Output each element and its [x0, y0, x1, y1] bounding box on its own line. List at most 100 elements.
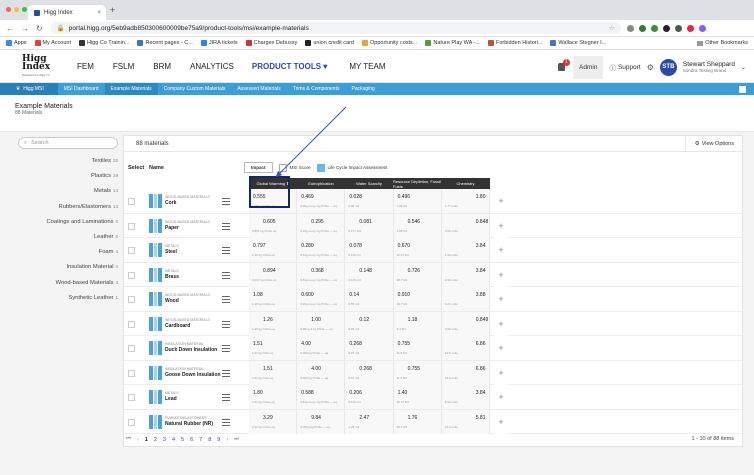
material-name[interactable]: Paper	[165, 225, 179, 231]
support-link[interactable]: ⓘ Support	[609, 62, 640, 73]
page-link[interactable]: 5	[181, 437, 184, 443]
row-checkbox[interactable]	[128, 296, 135, 303]
lca-checkbox[interactable]	[316, 163, 325, 172]
nav-product-tools[interactable]: PRODUCT TOOLS ▾	[252, 62, 327, 71]
nav-brm[interactable]: BRM	[153, 62, 171, 71]
extension-icon[interactable]	[674, 24, 682, 32]
next-page-button[interactable]: ›	[226, 437, 228, 443]
notifications-button[interactable]: 1	[557, 59, 571, 72]
minimize-window-icon[interactable]	[14, 7, 19, 12]
search-input[interactable]: ⌕ Search	[18, 137, 118, 149]
category-item[interactable]: Textiles 22	[14, 158, 118, 173]
col-eutrophication[interactable]: Eutrophication	[297, 178, 345, 189]
nav-my-team[interactable]: MY TEAM	[349, 62, 385, 71]
row-checkbox[interactable]	[128, 247, 135, 254]
chevron-down-icon[interactable]: ⌄	[741, 64, 746, 71]
category-item[interactable]: Insulation Material 4	[14, 264, 118, 279]
table-row[interactable]: Insulation Material Goose Down Insulation…	[124, 360, 744, 385]
tab-close-icon[interactable]: ×	[97, 10, 101, 16]
back-icon[interactable]: ←	[6, 24, 14, 33]
table-row[interactable]: Metals Brass 0.894 4.047 kg CO2e eq 0.368 0.5…	[124, 262, 744, 287]
lca-toggle[interactable]: Life Cycle Impact Assessment	[316, 163, 388, 172]
material-name[interactable]: Natural Rubber (NR)	[165, 421, 213, 427]
export-icon[interactable]	[739, 85, 746, 93]
sliders-icon[interactable]	[222, 271, 230, 279]
url-field[interactable]: 🔒 portal.higg.org/5eb9adb850300600009be7…	[50, 22, 621, 34]
higg-msi-home[interactable]: ❦ Higg MSI	[0, 83, 58, 95]
add-to-compare-button[interactable]: +	[494, 360, 508, 385]
nav-fslm[interactable]: FSLM	[113, 62, 134, 71]
add-to-compare-button[interactable]: +	[494, 336, 508, 360]
extension-icon[interactable]	[638, 24, 646, 32]
col-water-scarcity[interactable]: Water Scarcity	[345, 178, 393, 189]
admin-button[interactable]: Admin	[573, 55, 604, 79]
column-name[interactable]: Name	[149, 165, 164, 171]
category-item[interactable]: Plastics 19	[14, 173, 118, 188]
reload-icon[interactable]: ↻	[36, 24, 43, 33]
add-to-compare-button[interactable]: +	[494, 213, 508, 238]
extension-icon[interactable]	[662, 24, 670, 32]
category-item[interactable]: Leather 5	[14, 234, 118, 249]
page-link[interactable]: 2	[154, 437, 157, 443]
impact-toggle[interactable]: Impact	[244, 162, 273, 173]
material-name[interactable]: Duck Down Insulation	[165, 347, 217, 353]
sliders-icon[interactable]	[222, 197, 230, 205]
table-row[interactable]: Wood-based materials Cardboard 1.26 1.39 kg…	[124, 311, 744, 336]
page-link[interactable]: 1	[145, 437, 148, 443]
page-link[interactable]: 9	[217, 437, 220, 443]
bookmark-item[interactable]: Higg Co Trainin...	[78, 40, 129, 46]
first-page-button[interactable]: ⏮	[126, 436, 131, 443]
table-row[interactable]: Insulation Material Duck Down Insulation 1…	[124, 336, 744, 361]
table-row[interactable]: Wood-based materials Wood 1.08 1.18 kg CO2e…	[124, 287, 744, 312]
bookmark-item[interactable]: Nature Play WA -...	[425, 40, 480, 46]
row-checkbox[interactable]	[128, 222, 135, 230]
sliders-icon[interactable]	[222, 418, 230, 426]
material-name[interactable]: Steel	[165, 249, 177, 255]
row-checkbox[interactable]	[128, 198, 135, 205]
nav-analytics[interactable]: ANALYTICS	[190, 62, 234, 71]
maximize-window-icon[interactable]	[22, 7, 27, 12]
page-link[interactable]: 8	[208, 437, 211, 443]
add-to-compare-button[interactable]: +	[494, 409, 508, 434]
table-row[interactable]: Rubbers/Elastomers Natural Rubber (NR) 3.2…	[124, 409, 744, 434]
category-item[interactable]: Foam 4	[14, 249, 118, 264]
row-checkbox[interactable]	[128, 418, 135, 426]
add-to-compare-button[interactable]: +	[494, 287, 508, 311]
higg-index-logo[interactable]: Higg Index Powered by Higg Co	[22, 55, 52, 78]
add-to-compare-button[interactable]: +	[494, 262, 508, 287]
col-chemistry[interactable]: Chemistry	[441, 178, 490, 189]
category-item[interactable]: Coatings and Laminations 6	[14, 219, 118, 234]
window-controls[interactable]	[6, 7, 27, 12]
table-row[interactable]: Metals Steel 0.797 2.49 kg CO2e eq 0.280 0.51…	[124, 238, 744, 263]
bookmark-item[interactable]: JIRA tickets	[200, 40, 238, 46]
add-to-compare-button[interactable]: +	[494, 189, 508, 213]
add-to-compare-button[interactable]: +	[494, 311, 508, 336]
row-checkbox[interactable]	[128, 345, 135, 352]
table-row[interactable]: Metals Lead 1.80 1.61 kg CO2e eq 0.588 0.51g …	[124, 385, 744, 410]
table-row[interactable]: Wood-based materials Cork 0.555 1.18 kg CO2…	[124, 189, 744, 214]
table-row[interactable]: Wood-based materials Paper 0.605 0.851 kg C…	[124, 213, 744, 238]
browser-tab[interactable]: Higg Index ×	[28, 5, 106, 20]
profile-icon[interactable]	[698, 24, 706, 32]
extension-icon[interactable]	[650, 24, 658, 32]
extension-icon[interactable]	[686, 24, 694, 32]
tab-packaging[interactable]: Packaging	[345, 83, 380, 95]
nav-fem[interactable]: FEM	[77, 62, 94, 71]
category-item[interactable]: Wood-based Materials 4	[14, 280, 118, 295]
tab-example-materials[interactable]: Example Materials	[104, 83, 158, 95]
bookmark-item[interactable]: My Account	[34, 40, 71, 46]
material-name[interactable]: Brass	[165, 274, 179, 280]
view-options-button[interactable]: ⚙ View Options	[684, 136, 742, 152]
material-name[interactable]: Goose Down Insulation	[165, 372, 221, 378]
bookmark-item[interactable]: Apps	[6, 40, 27, 46]
col-resource-depletion[interactable]: Resource Depletion, Fossil Fuels	[393, 178, 441, 189]
new-tab-button[interactable]: +	[110, 5, 115, 15]
sliders-icon[interactable]	[222, 295, 230, 303]
material-name[interactable]: Cork	[165, 200, 176, 206]
tab-company-custom-materials[interactable]: Company Custom Materials	[158, 83, 232, 95]
sliders-icon[interactable]	[222, 393, 230, 401]
bookmark-item[interactable]: Recent pages - C...	[137, 40, 193, 46]
row-checkbox[interactable]	[128, 394, 135, 401]
msi-score-toggle[interactable]: MSI Score	[278, 163, 311, 172]
other-bookmarks[interactable]: Other Bookmarks	[697, 40, 748, 46]
